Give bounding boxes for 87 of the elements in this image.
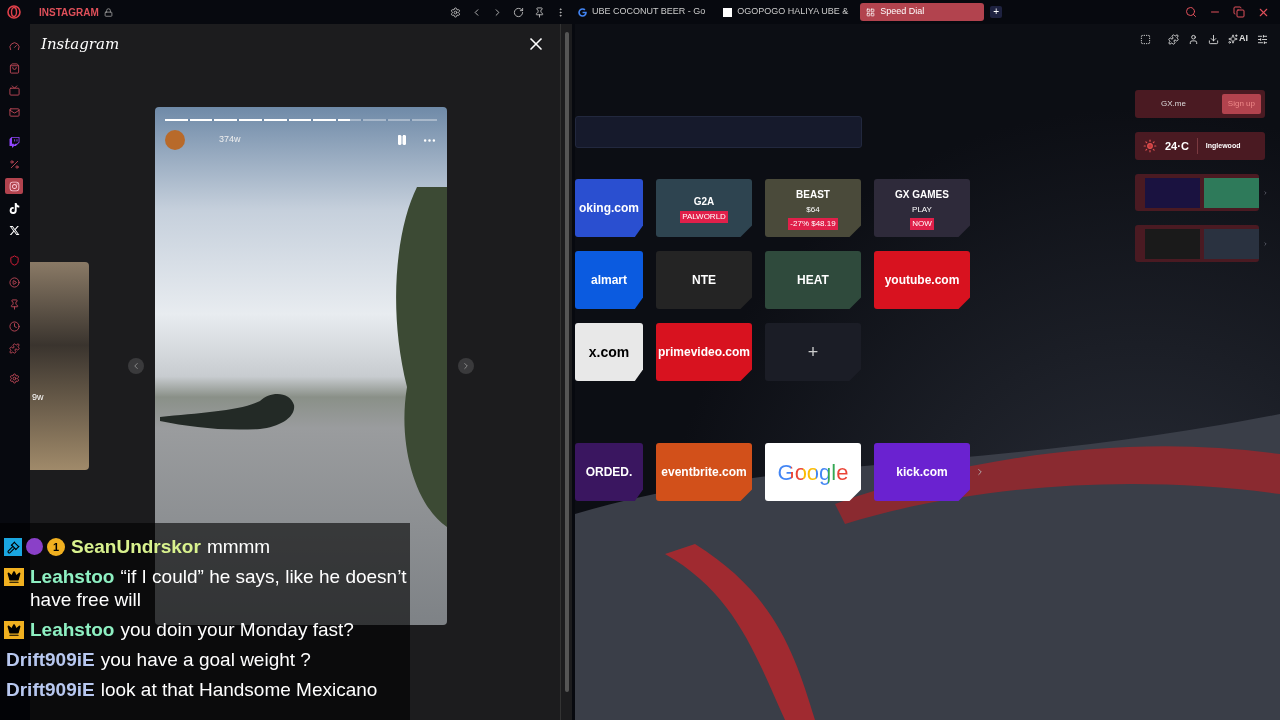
story-preview-photo[interactable]: 9w xyxy=(30,262,89,470)
speed-dial-tile[interactable]: ORDED. xyxy=(575,443,643,501)
google-icon xyxy=(578,7,587,17)
promo-tile[interactable]: GX GAMES PLAY NOW xyxy=(874,179,970,237)
profile-icon[interactable] xyxy=(1188,33,1199,45)
new-tab-button[interactable]: + xyxy=(990,6,1003,18)
speed-dial-tile[interactable]: HEAT xyxy=(765,251,861,309)
browser-logo-icon[interactable] xyxy=(7,5,21,19)
browser-tab[interactable]: Speed Dial xyxy=(860,3,985,21)
play-icon xyxy=(8,276,20,288)
chat-message: Drift909iE look at that Handsome Mexicano xyxy=(6,678,379,701)
mod-thumbnail[interactable] xyxy=(1204,228,1259,259)
speed-dial-tile[interactable]: youtube.com xyxy=(874,251,970,309)
chevron-right-icon xyxy=(461,361,471,371)
next-button[interactable] xyxy=(458,358,474,374)
chat-message: Drift909iE you have a goal weight ? xyxy=(6,648,312,671)
pause-icon[interactable] xyxy=(396,134,408,146)
chat-message: Leahstoo “if I could” he says, like he doesn’t have free will xyxy=(30,565,408,611)
chat-message: Leahstoo you doin your Monday fast? xyxy=(30,618,355,641)
browser-tab[interactable]: OGOPOGO HALIYA UBE & xyxy=(717,3,855,21)
promo-text: G2A xyxy=(693,194,715,209)
twitch-icon xyxy=(8,136,20,148)
add-tile[interactable]: + xyxy=(765,323,861,381)
avatar[interactable] xyxy=(165,130,185,150)
chevron-right-icon[interactable] xyxy=(975,467,985,477)
panel-title: INSTAGRAM xyxy=(39,5,99,20)
promo-tile[interactable]: G2A PALWORLD xyxy=(656,179,752,237)
speed-dial-tile[interactable]: Google xyxy=(765,443,861,501)
ai-button[interactable]: AI xyxy=(1228,32,1248,46)
promo-tile[interactable]: BEAST $64 -27% $48.19 xyxy=(765,179,861,237)
tv-icon xyxy=(8,84,20,96)
speed-dial-tile[interactable]: primevideo.com xyxy=(656,323,752,381)
crown-badge-icon xyxy=(4,621,24,639)
lock-icon xyxy=(103,7,113,17)
mod-thumbnail[interactable] xyxy=(1145,228,1200,259)
promo-text: BEAST xyxy=(796,187,830,202)
chevron-left-icon xyxy=(131,361,141,371)
snapshot-icon[interactable] xyxy=(1140,33,1151,45)
speed-dial-tile[interactable]: kick.com xyxy=(874,443,970,501)
story-age: 374w xyxy=(219,133,241,147)
temperature: 24·C xyxy=(1165,138,1189,154)
clock-icon xyxy=(8,320,20,332)
menu-icon[interactable] xyxy=(1257,33,1268,45)
sun-icon xyxy=(1143,139,1157,153)
promo-text: -27% $48.19 xyxy=(788,217,838,230)
x-icon xyxy=(8,224,20,236)
instagram-icon xyxy=(8,180,20,192)
speed-dial-tile[interactable]: x.com xyxy=(575,323,643,381)
pin-icon[interactable] xyxy=(534,6,545,18)
browser-tab[interactable]: UBE COCONUT BEER - Go xyxy=(572,3,712,21)
story-age: 9w xyxy=(32,390,44,404)
promo-text: GX GAMES xyxy=(895,187,949,202)
account-name: GX.me xyxy=(1161,98,1186,110)
extensions-icon[interactable] xyxy=(1168,33,1179,45)
speed-dial-tile[interactable]: NTE xyxy=(656,251,752,309)
grid-icon xyxy=(866,7,876,17)
speed-dial-tile[interactable]: almart xyxy=(575,251,643,309)
promo-text: NOW xyxy=(910,217,934,230)
promo-text: PLAY xyxy=(911,203,933,216)
page-icon xyxy=(723,7,733,17)
chat-message: SeanUndrskor mmmm xyxy=(71,535,272,558)
restore-icon[interactable] xyxy=(1233,6,1245,18)
download-icon[interactable] xyxy=(1208,33,1219,45)
crown-badge-icon xyxy=(4,568,24,586)
games-widget[interactable] xyxy=(1135,174,1259,211)
pin-icon xyxy=(8,298,20,310)
game-thumbnail[interactable] xyxy=(1204,177,1259,208)
shopping-bag-icon xyxy=(8,62,20,74)
mail-icon xyxy=(8,106,20,118)
game-thumbnail[interactable] xyxy=(1145,177,1200,208)
reload-icon[interactable] xyxy=(513,6,524,18)
instagram-logo: Instagram xyxy=(41,33,120,55)
percent-icon xyxy=(8,158,20,170)
speed-dial-tile[interactable]: oking.com xyxy=(575,179,643,237)
speedometer-icon xyxy=(8,40,20,52)
promo-text: PALWORLD xyxy=(680,210,728,223)
search-icon[interactable] xyxy=(1185,6,1197,18)
tiktok-icon xyxy=(8,202,20,214)
moderator-badge-icon xyxy=(4,538,22,556)
promo-text: $64 xyxy=(805,203,821,216)
settings-icon xyxy=(8,372,20,384)
scrollbar[interactable] xyxy=(560,24,572,720)
speed-dial-tile[interactable]: eventbrite.com xyxy=(656,443,752,501)
puzzle-icon xyxy=(8,342,20,354)
settings-icon[interactable] xyxy=(450,6,461,18)
previous-button[interactable] xyxy=(128,358,144,374)
shield-icon xyxy=(8,254,20,266)
